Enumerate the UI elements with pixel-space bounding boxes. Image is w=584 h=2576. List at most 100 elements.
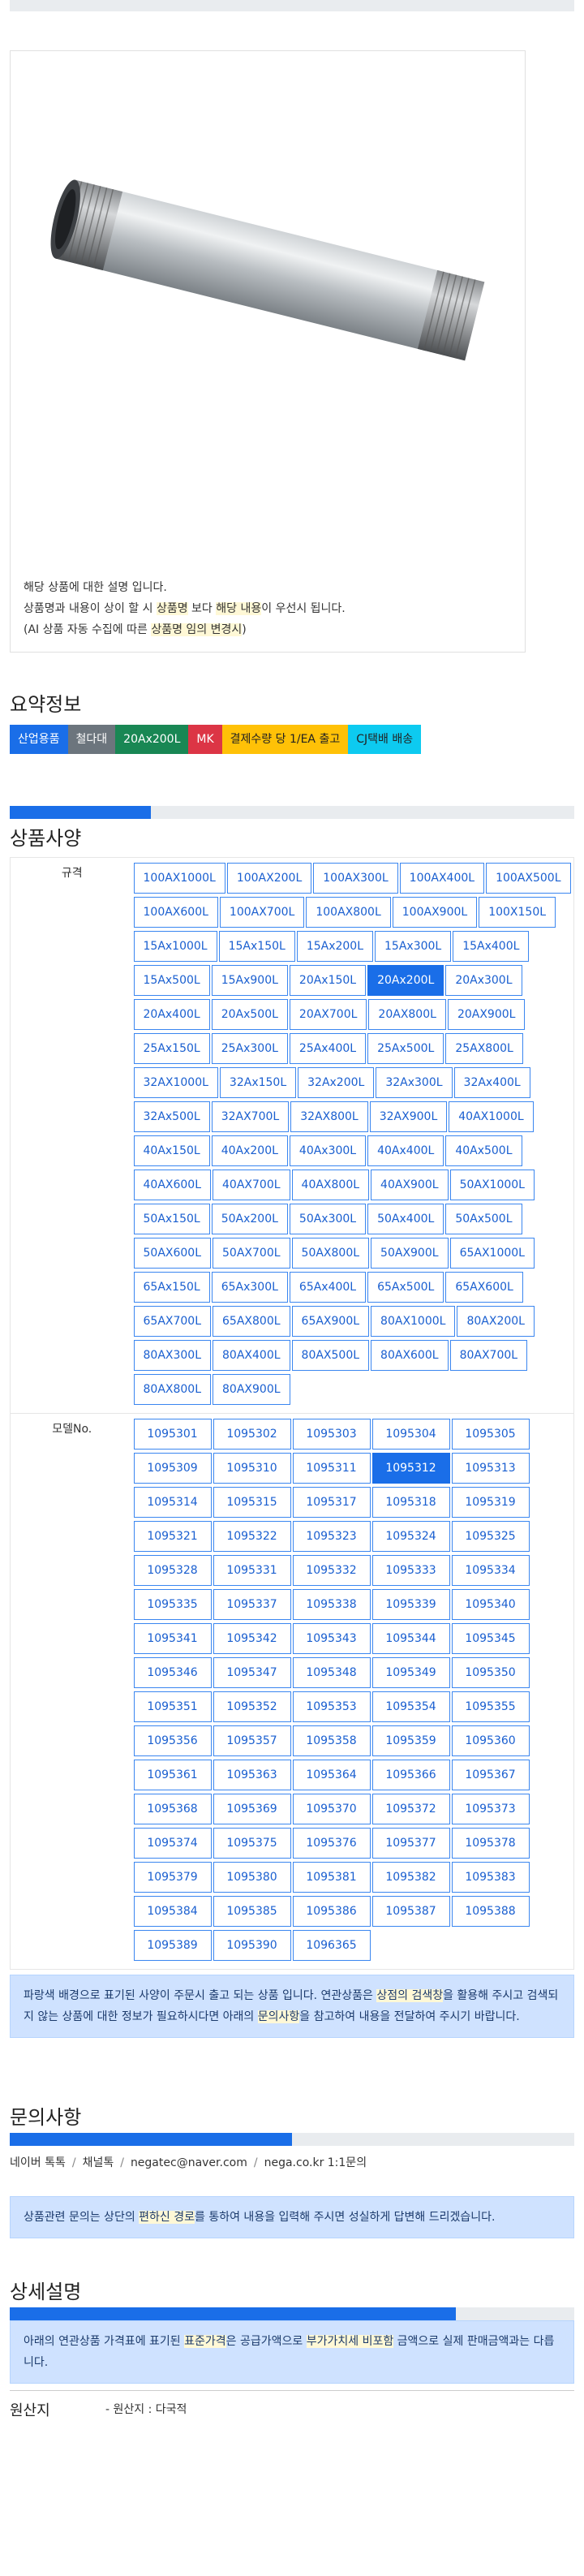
size-option[interactable]: 100AX700L <box>219 897 305 928</box>
model-option[interactable]: 1095309 <box>133 1453 212 1484</box>
size-option[interactable]: 32Ax150L <box>219 1067 297 1098</box>
size-option[interactable]: 32AX800L <box>290 1101 368 1132</box>
model-option[interactable]: 1095383 <box>451 1862 530 1893</box>
size-option[interactable]: 40Ax200L <box>211 1135 288 1166</box>
model-option[interactable]: 1096365 <box>292 1930 371 1961</box>
size-option[interactable]: 40AX800L <box>291 1170 370 1200</box>
size-option[interactable]: 80AX700L <box>449 1340 528 1371</box>
size-option[interactable]: 50AX700L <box>213 1238 290 1269</box>
model-option[interactable]: 1095340 <box>451 1589 530 1620</box>
size-option[interactable]: 25AX800L <box>445 1033 523 1064</box>
size-option[interactable]: 50Ax500L <box>445 1204 522 1234</box>
size-option[interactable]: 80AX600L <box>371 1340 449 1371</box>
model-option[interactable]: 1095364 <box>292 1760 371 1790</box>
size-option[interactable]: 15Ax400L <box>453 931 530 962</box>
size-option[interactable]: 32AX900L <box>369 1101 448 1132</box>
size-option[interactable]: 100AX400L <box>399 863 485 894</box>
size-option[interactable]: 20Ax500L <box>211 999 288 1030</box>
model-option[interactable]: 1095311 <box>292 1453 371 1484</box>
model-option[interactable]: 1095370 <box>292 1794 371 1824</box>
model-option[interactable]: 1095332 <box>292 1555 371 1586</box>
model-option[interactable]: 1095376 <box>292 1828 371 1859</box>
model-option[interactable]: 1095313 <box>451 1453 530 1484</box>
size-option[interactable]: 15Ax900L <box>211 965 288 996</box>
size-option[interactable]: 40Ax400L <box>367 1135 444 1166</box>
size-option[interactable]: 50Ax300L <box>289 1204 367 1234</box>
model-option[interactable]: 1095359 <box>371 1725 450 1756</box>
model-option[interactable]: 1095305 <box>451 1419 530 1450</box>
size-option[interactable]: 20Ax300L <box>445 965 522 996</box>
model-option[interactable]: 1095373 <box>451 1794 530 1824</box>
size-option[interactable]: 80AX300L <box>133 1340 212 1371</box>
model-option[interactable]: 1095390 <box>213 1930 291 1961</box>
size-option[interactable]: 20AX800L <box>368 999 446 1030</box>
link-naver-talk[interactable]: 네이버 톡톡 <box>10 2156 66 2169</box>
model-option[interactable]: 1095360 <box>451 1725 530 1756</box>
model-option[interactable]: 1095377 <box>371 1828 450 1859</box>
size-option[interactable]: 25Ax300L <box>211 1033 288 1064</box>
model-option[interactable]: 1095323 <box>292 1521 371 1552</box>
model-option[interactable]: 1095347 <box>213 1657 291 1688</box>
model-option[interactable]: 1095318 <box>371 1487 450 1518</box>
size-option[interactable]: 40AX900L <box>371 1170 449 1200</box>
model-option[interactable]: 1095319 <box>451 1487 530 1518</box>
model-option[interactable]: 1095379 <box>133 1862 212 1893</box>
model-option[interactable]: 1095368 <box>133 1794 212 1824</box>
model-option[interactable]: 1095302 <box>213 1419 291 1450</box>
model-option[interactable]: 1095328 <box>133 1555 212 1586</box>
size-option[interactable]: 40AX1000L <box>449 1101 534 1132</box>
model-option[interactable]: 1095385 <box>213 1896 291 1927</box>
link-email[interactable]: negatec@naver.com <box>131 2156 247 2169</box>
size-option[interactable]: 100AX800L <box>306 897 391 928</box>
model-option[interactable]: 1095346 <box>133 1657 212 1688</box>
size-option[interactable]: 32Ax400L <box>453 1067 530 1098</box>
model-option[interactable]: 1095363 <box>213 1760 291 1790</box>
model-option[interactable]: 1095367 <box>451 1760 530 1790</box>
model-option[interactable]: 1095386 <box>292 1896 371 1927</box>
model-option[interactable]: 1095312 <box>371 1453 450 1484</box>
size-option[interactable]: 25Ax400L <box>289 1033 367 1064</box>
size-option[interactable]: 80AX900L <box>213 1374 290 1405</box>
size-option[interactable]: 50Ax200L <box>211 1204 288 1234</box>
model-option[interactable]: 1095381 <box>292 1862 371 1893</box>
model-option[interactable]: 1095341 <box>133 1623 212 1654</box>
size-option[interactable]: 65AX600L <box>445 1272 523 1303</box>
model-option[interactable]: 1095388 <box>451 1896 530 1927</box>
size-option[interactable]: 32Ax500L <box>133 1101 210 1132</box>
size-option[interactable]: 20Ax400L <box>133 999 210 1030</box>
size-option[interactable]: 15Ax150L <box>218 931 295 962</box>
model-option[interactable]: 1095345 <box>451 1623 530 1654</box>
model-option[interactable]: 1095317 <box>292 1487 371 1518</box>
size-option[interactable]: 80AX400L <box>213 1340 290 1371</box>
size-option[interactable]: 100AX300L <box>313 863 398 894</box>
size-option[interactable]: 20Ax200L <box>367 965 444 996</box>
model-option[interactable]: 1095353 <box>292 1691 371 1722</box>
model-option[interactable]: 1095356 <box>133 1725 212 1756</box>
size-option[interactable]: 40AX700L <box>213 1170 290 1200</box>
model-option[interactable]: 1095310 <box>213 1453 291 1484</box>
size-option[interactable]: 40Ax150L <box>133 1135 210 1166</box>
model-option[interactable]: 1095303 <box>292 1419 371 1450</box>
model-option[interactable]: 1095344 <box>371 1623 450 1654</box>
size-option[interactable]: 20AX700L <box>289 999 367 1030</box>
model-option[interactable]: 1095349 <box>371 1657 450 1688</box>
model-option[interactable]: 1095352 <box>213 1691 291 1722</box>
model-option[interactable]: 1095355 <box>451 1691 530 1722</box>
model-option[interactable]: 1095335 <box>133 1589 212 1620</box>
model-option[interactable]: 1095314 <box>133 1487 212 1518</box>
model-option[interactable]: 1095343 <box>292 1623 371 1654</box>
size-option[interactable]: 65AX900L <box>291 1306 370 1337</box>
size-option[interactable]: 100AX600L <box>133 897 218 928</box>
size-option[interactable]: 32AX700L <box>211 1101 290 1132</box>
size-option[interactable]: 65Ax150L <box>133 1272 210 1303</box>
model-option[interactable]: 1095378 <box>451 1828 530 1859</box>
size-option[interactable]: 100AX200L <box>226 863 312 894</box>
size-option[interactable]: 40Ax500L <box>445 1135 522 1166</box>
size-option[interactable]: 50AX1000L <box>449 1170 535 1200</box>
model-option[interactable]: 1095375 <box>213 1828 291 1859</box>
size-option[interactable]: 100AX900L <box>392 897 478 928</box>
size-option[interactable]: 65AX700L <box>133 1306 212 1337</box>
size-option[interactable]: 25Ax150L <box>133 1033 210 1064</box>
size-option[interactable]: 50AX600L <box>133 1238 212 1269</box>
model-option[interactable]: 1095366 <box>371 1760 450 1790</box>
